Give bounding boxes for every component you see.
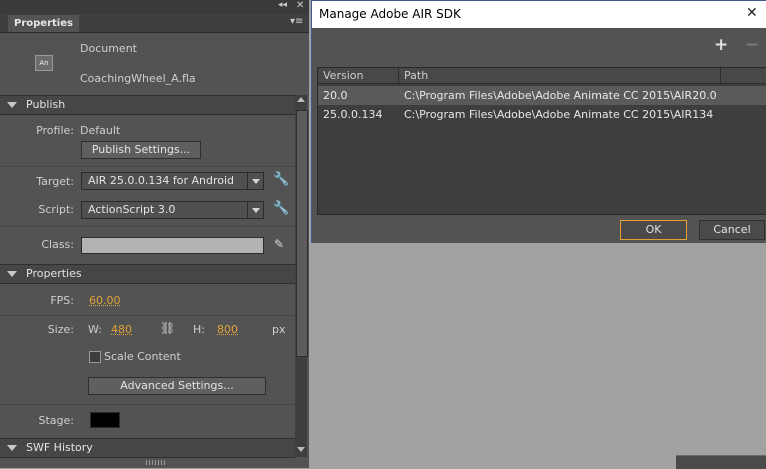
chevron-down-icon <box>247 202 263 218</box>
link-dimensions-icon[interactable]: ⛓ <box>160 321 175 335</box>
sdk-list[interactable]: Version Path 20.0 C:\Program Files\Adobe… <box>317 67 766 215</box>
profile-value: Default <box>80 124 121 137</box>
size-label: Size: <box>47 323 74 336</box>
script-value: ActionScript 3.0 <box>88 203 176 216</box>
script-label: Script: <box>38 203 74 216</box>
target-value: AIR 25.0.0.134 for Android <box>88 174 235 187</box>
add-sdk-icon[interactable]: + <box>714 35 728 55</box>
target-label: Target: <box>36 175 74 188</box>
expand-triangle-icon <box>7 102 17 108</box>
document-icon: An <box>35 55 53 71</box>
close-icon[interactable]: ✕ <box>746 5 758 21</box>
sdk-version: 25.0.0.134 <box>323 108 383 121</box>
document-type-label: Document <box>80 42 137 55</box>
workspace-background <box>309 243 766 468</box>
sdk-row[interactable]: 20.0 C:\Program Files\Adobe\Adobe Animat… <box>318 86 766 105</box>
target-dropdown[interactable]: AIR 25.0.0.134 for Android <box>81 172 264 190</box>
collapse-icon[interactable]: ◂◂ <box>278 0 287 10</box>
fps-value[interactable]: 60.00 <box>89 294 121 307</box>
dialog-title-bar: Manage Adobe AIR SDK ✕ <box>312 1 766 28</box>
sdk-path: C:\Program Files\Adobe\Adobe Animate CC … <box>404 89 717 102</box>
dialog-title: Manage Adobe AIR SDK <box>319 7 461 21</box>
swf-history-section-header[interactable]: SWF History <box>0 438 295 458</box>
divider <box>0 226 295 227</box>
script-dropdown[interactable]: ActionScript 3.0 <box>81 201 264 219</box>
divider <box>0 315 295 316</box>
resize-grip[interactable] <box>146 460 166 465</box>
properties-section-header[interactable]: Properties <box>0 264 295 284</box>
scroll-up-arrow-icon[interactable] <box>297 97 305 102</box>
stage-color-swatch[interactable] <box>90 412 120 428</box>
document-name: CoachingWheel_A.fla <box>80 72 196 85</box>
fps-label: FPS: <box>50 294 74 307</box>
tab-properties[interactable]: Properties <box>8 15 79 32</box>
column-header-version[interactable]: Version <box>323 68 363 83</box>
width-label: W: <box>88 323 102 336</box>
column-divider <box>720 68 721 83</box>
remove-sdk-icon[interactable]: − <box>745 35 759 55</box>
publish-header-label: Publish <box>26 98 66 111</box>
properties-panel: ◂◂ ✕ ▾≡ Properties An Document CoachingW… <box>0 0 309 468</box>
advanced-settings-button[interactable]: Advanced Settings... <box>88 377 266 395</box>
properties-header-label: Properties <box>26 267 82 280</box>
column-header-path[interactable]: Path <box>404 68 428 83</box>
column-divider <box>398 68 399 83</box>
scrollbar-thumb[interactable] <box>296 110 308 357</box>
height-value[interactable]: 800 <box>217 323 238 336</box>
chevron-down-icon <box>247 173 263 189</box>
manage-air-sdk-dialog: Manage Adobe AIR SDK ✕ + − Version Path … <box>311 0 766 244</box>
target-settings-wrench-icon[interactable]: 🔧 <box>273 172 289 187</box>
cancel-button[interactable]: Cancel <box>699 220 765 240</box>
workspace-bottom-edge <box>676 455 766 469</box>
expand-triangle-icon <box>7 445 17 451</box>
class-input[interactable] <box>81 237 264 254</box>
scale-content-checkbox[interactable] <box>89 351 101 363</box>
sdk-version: 20.0 <box>323 89 348 102</box>
close-panel-icon[interactable]: ✕ <box>296 0 304 11</box>
stage-label: Stage: <box>38 414 75 427</box>
height-label: H: <box>193 323 205 336</box>
scale-content-label: Scale Content <box>104 350 181 363</box>
size-unit: px <box>272 323 286 336</box>
sdk-list-header: Version Path <box>318 68 766 84</box>
divider <box>0 404 295 405</box>
divider <box>0 166 295 167</box>
class-label: Class: <box>41 238 74 251</box>
panel-top-bar: ◂◂ ✕ <box>0 0 309 14</box>
scroll-down-arrow-icon[interactable] <box>297 447 305 452</box>
publish-settings-button[interactable]: Publish Settings... <box>81 141 201 159</box>
swf-history-header-label: SWF History <box>26 441 93 454</box>
script-settings-wrench-icon[interactable]: 🔧 <box>273 201 289 216</box>
sdk-path: C:\Program Files\Adobe\Adobe Animate CC … <box>404 108 714 121</box>
panel-menu-icon[interactable]: ▾≡ <box>290 16 303 27</box>
sdk-row[interactable]: 25.0.0.134 C:\Program Files\Adobe\Adobe … <box>318 105 766 124</box>
publish-section-header[interactable]: Publish <box>0 95 295 115</box>
edit-class-pencil-icon[interactable]: ✎ <box>274 237 284 251</box>
ok-button[interactable]: OK <box>620 220 687 240</box>
expand-triangle-icon <box>7 271 17 277</box>
width-value[interactable]: 480 <box>111 323 132 336</box>
profile-label: Profile: <box>36 124 74 137</box>
